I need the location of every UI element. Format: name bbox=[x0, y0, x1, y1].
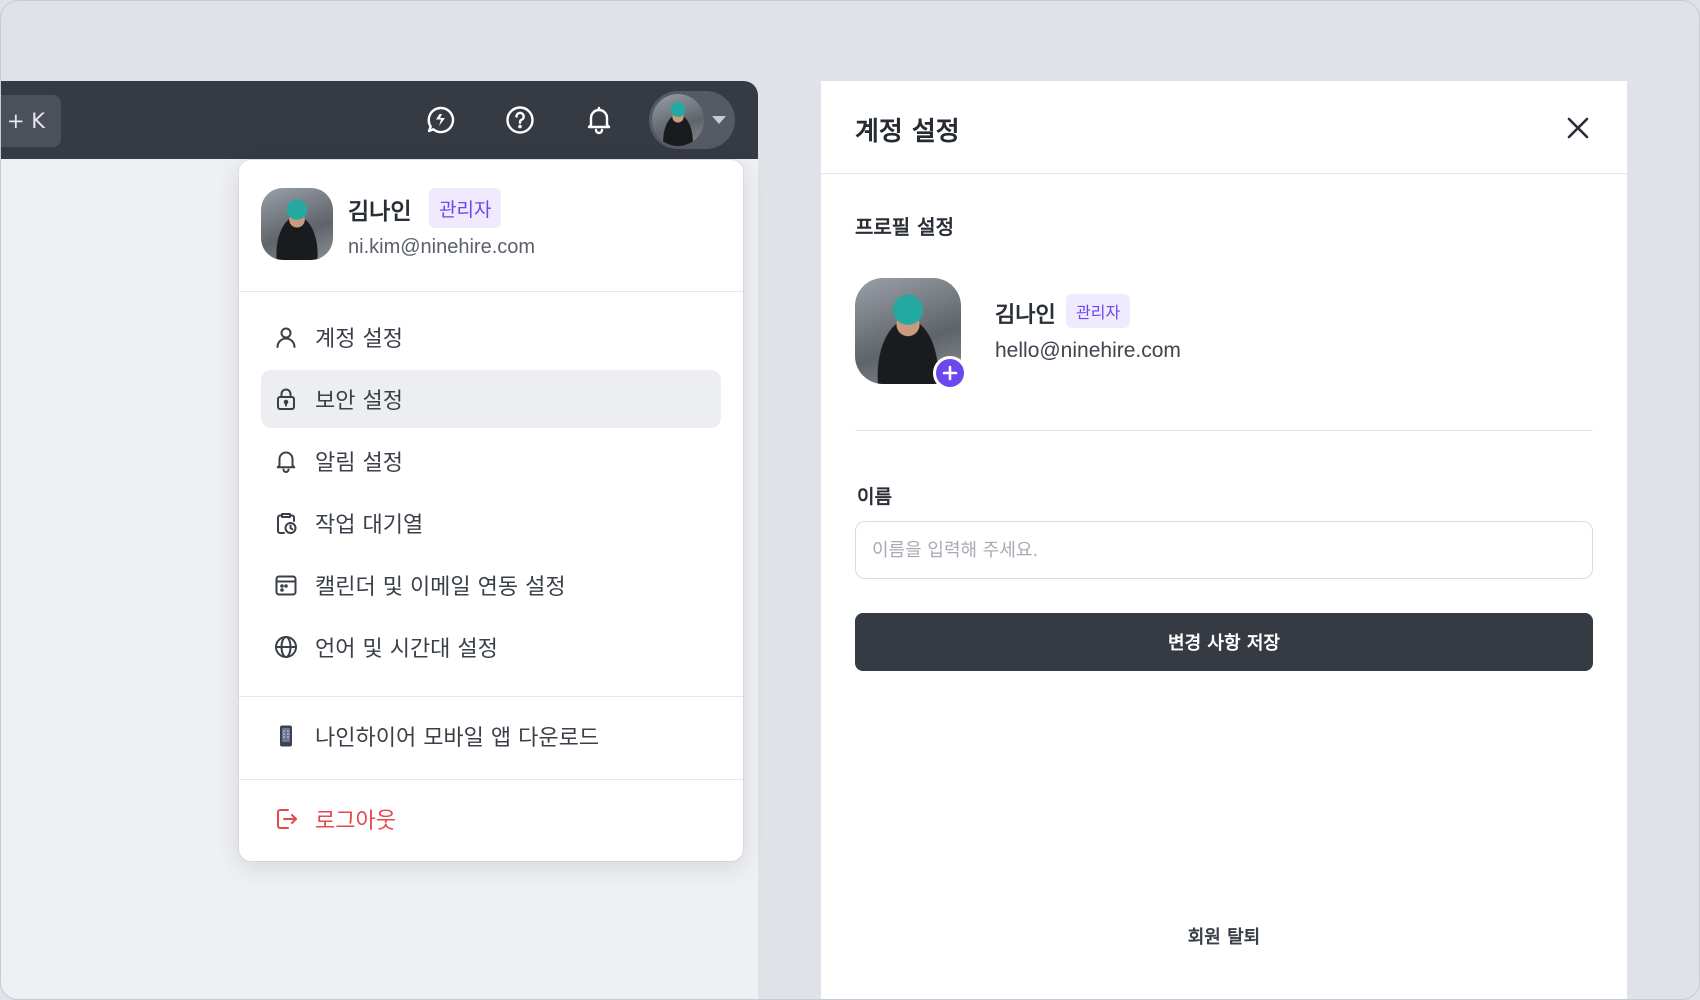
user-menu-button[interactable] bbox=[649, 91, 735, 149]
phone-icon bbox=[280, 725, 292, 747]
role-badge: 관리자 bbox=[1066, 294, 1131, 328]
plus-icon bbox=[942, 365, 958, 381]
menu-item-label: 나인하이어 모바일 앱 다운로드 bbox=[315, 726, 600, 751]
menu-item-calendar-email-sync[interactable]: 캘린더 및 이메일 연동 설정 bbox=[261, 556, 721, 614]
menu-item-label: 계정 설정 bbox=[315, 327, 403, 352]
avatar bbox=[261, 188, 333, 260]
profile-name: 김나인 bbox=[995, 303, 1056, 328]
logout-section: 로그아웃 bbox=[239, 780, 743, 862]
logout-icon bbox=[277, 809, 297, 829]
close-icon bbox=[1567, 117, 1589, 139]
app-download-section: 나인하이어 모바일 앱 다운로드 bbox=[239, 697, 743, 780]
top-navbar: + K bbox=[1, 81, 758, 159]
menu-item-notification-settings[interactable]: 알림 설정 bbox=[261, 432, 721, 490]
logout-label: 로그아웃 bbox=[315, 809, 396, 834]
user-name: 김나인 bbox=[348, 199, 412, 225]
save-changes-button[interactable]: 변경 사항 저장 bbox=[855, 613, 1593, 671]
name-field-label: 이름 bbox=[857, 486, 892, 508]
section-title: 프로필 설정 bbox=[855, 215, 954, 239]
user-dropdown-menu: 김나인 관리자 ni.kim@ninehire.com 계정 설정 보안 설정 … bbox=[239, 160, 743, 861]
calendar-icon bbox=[275, 575, 297, 596]
user-icon bbox=[276, 327, 296, 348]
command-shortcut-hint[interactable]: + K bbox=[1, 95, 61, 147]
close-button[interactable] bbox=[1561, 111, 1595, 145]
menu-item-language-timezone[interactable]: 언어 및 시간대 설정 bbox=[261, 618, 721, 676]
bell-icon bbox=[276, 451, 296, 473]
menu-item-mobile-app-download[interactable]: 나인하이어 모바일 앱 다운로드 bbox=[261, 707, 721, 765]
chevron-down-icon bbox=[712, 116, 726, 124]
screen-frame: + K 김나인 관리자 ni.kim@ninehire.com 계정 설정 보안… bbox=[0, 0, 1700, 1000]
dropdown-profile-header: 김나인 관리자 ni.kim@ninehire.com bbox=[239, 160, 743, 292]
lock-icon bbox=[277, 388, 295, 410]
menu-item-label: 언어 및 시간대 설정 bbox=[315, 637, 498, 662]
help-icon[interactable] bbox=[500, 100, 540, 140]
divider bbox=[855, 430, 1593, 431]
avatar bbox=[652, 94, 704, 146]
profile-photo bbox=[855, 278, 967, 390]
menu-item-label: 알림 설정 bbox=[315, 451, 403, 476]
menu-item-task-queue[interactable]: 작업 대기열 bbox=[261, 494, 721, 552]
user-email: ni.kim@ninehire.com bbox=[348, 236, 536, 258]
clipboard-clock-icon bbox=[277, 513, 297, 534]
chat-icon[interactable] bbox=[421, 100, 461, 140]
bell-icon[interactable] bbox=[579, 100, 619, 140]
globe-icon bbox=[275, 636, 297, 658]
menu-item-security-settings[interactable]: 보안 설정 bbox=[261, 370, 721, 428]
withdraw-membership-link[interactable]: 회원 탈퇴 bbox=[821, 923, 1627, 949]
menu-item-account-settings[interactable]: 계정 설정 bbox=[261, 308, 721, 366]
add-photo-button[interactable] bbox=[933, 356, 967, 390]
panel-header: 계정 설정 bbox=[821, 81, 1627, 174]
role-badge: 관리자 bbox=[429, 188, 502, 228]
logout-button[interactable]: 로그아웃 bbox=[261, 790, 721, 848]
menu-item-label: 작업 대기열 bbox=[315, 513, 424, 538]
menu-item-label: 캘린더 및 이메일 연동 설정 bbox=[315, 575, 566, 600]
profile-email: hello@ninehire.com bbox=[995, 339, 1181, 362]
settings-menu: 계정 설정 보안 설정 알림 설정 작업 대기열 캘린더 및 이메일 연동 설정… bbox=[239, 292, 743, 697]
name-input[interactable] bbox=[855, 521, 1593, 579]
menu-item-label: 보안 설정 bbox=[315, 389, 403, 414]
account-settings-panel: 계정 설정 프로필 설정 김나인 관리자 hello@ninehire.com … bbox=[821, 81, 1627, 999]
panel-title: 계정 설정 bbox=[855, 117, 960, 147]
